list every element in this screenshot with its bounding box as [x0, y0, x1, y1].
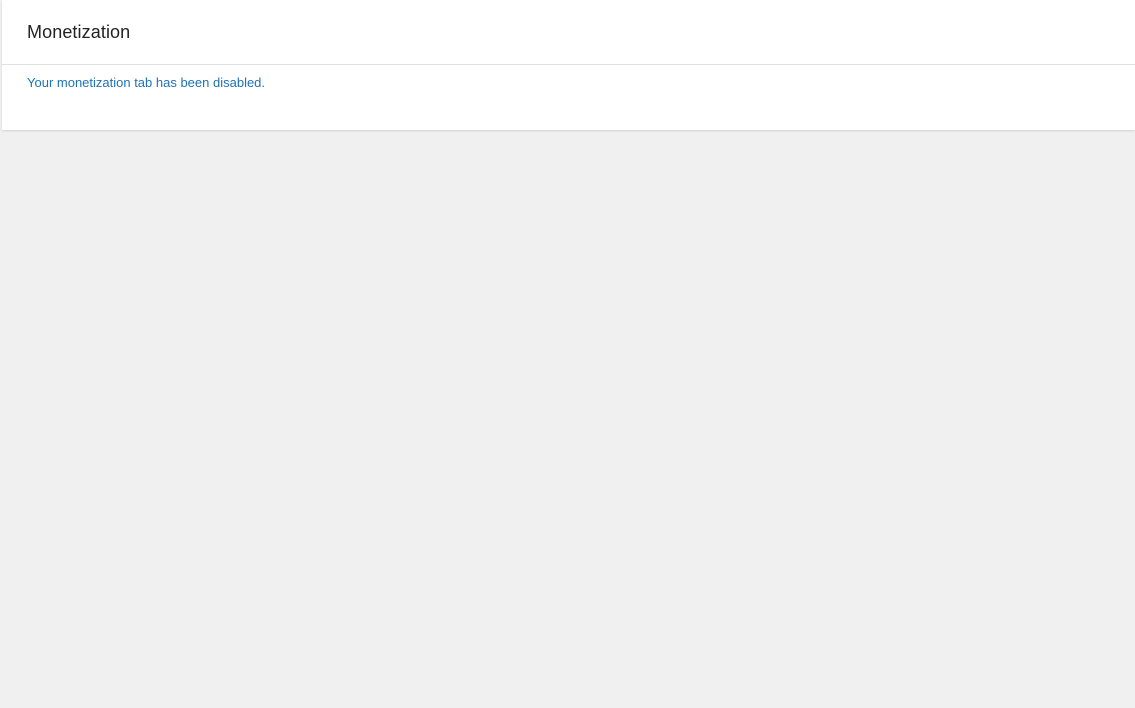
monetization-card: Monetization Your monetization tab has b…	[2, 0, 1135, 130]
card-body: Your monetization tab has been disabled.	[2, 65, 1135, 91]
page-title: Monetization	[27, 21, 131, 42]
status-message: Your monetization tab has been disabled.	[27, 75, 266, 90]
card-header: Monetization	[2, 0, 1135, 65]
